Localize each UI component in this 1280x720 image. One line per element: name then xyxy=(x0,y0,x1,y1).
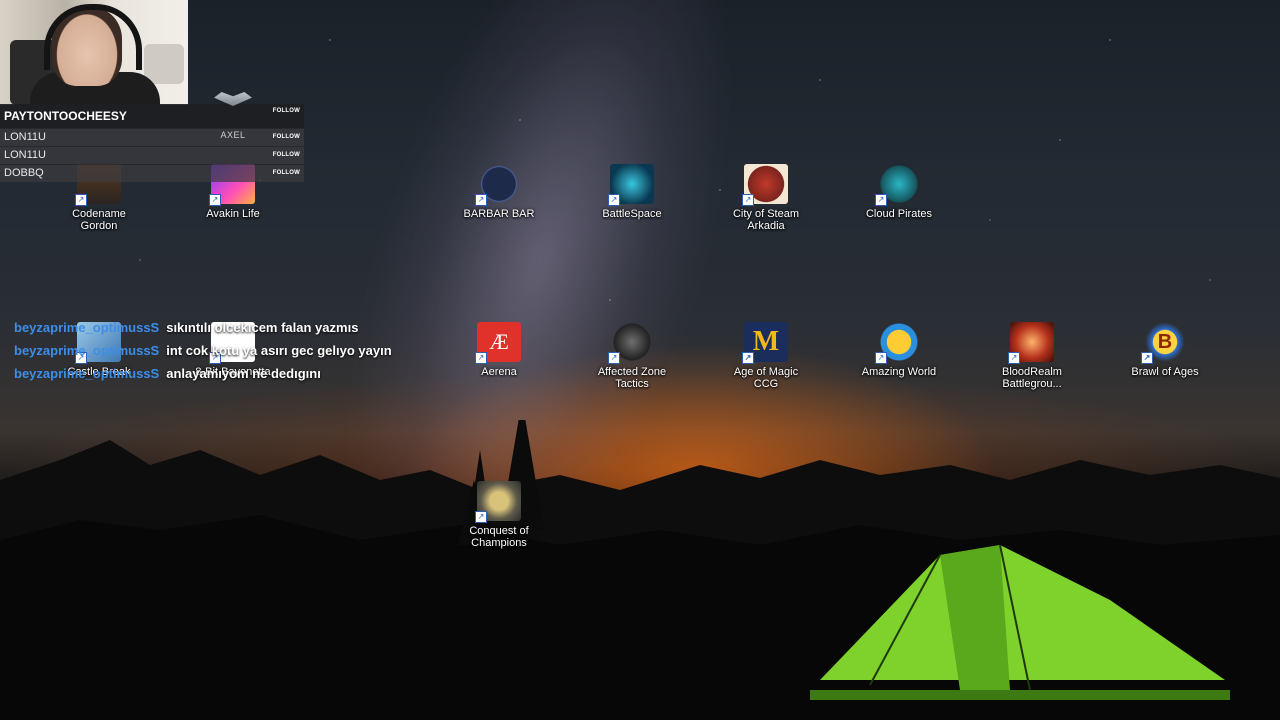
follower-list-header: PAYTONTOOCHEESY FOLLOW xyxy=(0,104,304,128)
follower-row: DOBBQ FOLLOW xyxy=(0,164,304,182)
cloud-pirates-icon: ↗ xyxy=(875,164,921,206)
desktop-icon-barbar-bar[interactable]: ↗ BARBAR BAR xyxy=(454,164,544,220)
conquest-icon: ↗ xyxy=(475,481,521,523)
desktop-icon-city-of-steam[interactable]: ↗ City of Steam Arkadia xyxy=(721,164,811,232)
shortcut-arrow-icon: ↗ xyxy=(1008,352,1020,364)
shortcut-arrow-icon: ↗ xyxy=(608,352,620,364)
chat-text: sıkıntılı olcekıcem falan yazmıs xyxy=(166,320,359,335)
battlespace-icon: ↗ xyxy=(608,164,654,206)
shortcut-arrow-icon: ↗ xyxy=(475,352,487,364)
follower-name: PAYTONTOOCHEESY xyxy=(4,109,127,123)
barbar-bar-icon: ↗ xyxy=(475,164,521,206)
amazing-world-icon: ↗ xyxy=(875,322,921,364)
desktop-icon-aerena[interactable]: Æ ↗ Aerena xyxy=(454,322,544,378)
affected-zone-icon: ↗ xyxy=(608,322,654,364)
desktop-icon-bloodrealm[interactable]: ↗ BloodRealm Battlegrou... xyxy=(987,322,1077,390)
follower-name: LON11U xyxy=(4,149,46,161)
follow-label: FOLLOW xyxy=(272,170,300,176)
webcam-overlay xyxy=(0,0,188,105)
chat-message: beyzaprime_optimussS sıkıntılı olcekıcem … xyxy=(14,318,434,341)
shortcut-arrow-icon: ↗ xyxy=(608,194,620,206)
shortcut-arrow-icon: ↗ xyxy=(875,194,887,206)
desktop-icon-label: Conquest of Champions xyxy=(469,525,529,549)
desktop-icon-conquest-of-champions[interactable]: ↗ Conquest of Champions xyxy=(454,481,544,549)
follower-name: DOBBQ xyxy=(4,167,44,179)
desktop-icon-label: Codename Gordon xyxy=(72,208,126,232)
bloodrealm-icon: ↗ xyxy=(1008,322,1054,364)
tent-illustration xyxy=(810,544,1230,700)
shortcut-arrow-icon: ↗ xyxy=(742,194,754,206)
chat-username: beyzaprime_optimussS xyxy=(14,320,160,335)
badge-name: AXEL xyxy=(220,130,246,140)
shortcut-arrow-icon: ↗ xyxy=(475,511,487,523)
desktop-icon-label: Cloud Pirates xyxy=(865,208,933,220)
follower-list-overlay: PAYTONTOOCHEESY FOLLOW LON11U FOLLOW LON… xyxy=(0,104,304,182)
desktop-icon-label: Aerena xyxy=(481,366,517,378)
chat-username: beyzaprime_optimussS xyxy=(14,366,160,381)
desktop-icon-label: BARBAR BAR xyxy=(463,208,535,220)
webcam-sofa xyxy=(144,44,184,84)
chat-text: int cok kotu ya asırı gec gelıyo yayın xyxy=(166,343,392,358)
chat-text: anlayamıyom ne dedıgını xyxy=(166,366,321,381)
chat-username: beyzaprime_optimussS xyxy=(14,343,160,358)
desktop-icon-label: Age of Magic CCG xyxy=(733,366,799,390)
chat-message: beyzaprime_optimussS int cok kotu ya asır… xyxy=(14,341,434,364)
desktop-icon-amazing-world[interactable]: ↗ Amazing World xyxy=(854,322,944,378)
desktop-icon-label: BloodRealm Battlegrou... xyxy=(1002,366,1062,390)
shortcut-arrow-icon: ↗ xyxy=(742,352,754,364)
desktop-icon-label: Affected Zone Tactics xyxy=(597,366,667,390)
desktop-icon-label: City of Steam Arkadia xyxy=(732,208,800,232)
desktop-icon-label: BattleSpace xyxy=(602,208,662,220)
follower-row: LON11U FOLLOW xyxy=(0,128,304,146)
brawl-of-ages-icon: B ↗ xyxy=(1141,322,1187,364)
follow-label: FOLLOW xyxy=(272,108,300,114)
desktop-icon-label: Avakin Life xyxy=(206,208,260,220)
star-field xyxy=(0,0,1280,460)
desktop-icon-brawl-of-ages[interactable]: B ↗ Brawl of Ages xyxy=(1120,322,1210,378)
age-of-magic-icon: M ↗ xyxy=(742,322,788,364)
desktop-icon-label: Amazing World xyxy=(861,366,937,378)
aerena-icon: Æ ↗ xyxy=(475,322,521,364)
shortcut-arrow-icon: ↗ xyxy=(475,194,487,206)
rank-badge: AXEL xyxy=(212,92,254,140)
desktop-icon-battlespace[interactable]: ↗ BattleSpace xyxy=(587,164,677,220)
follower-name: LON11U xyxy=(4,131,46,143)
desktop-icon-age-of-magic[interactable]: M ↗ Age of Magic CCG xyxy=(721,322,811,390)
follow-label: FOLLOW xyxy=(272,134,300,140)
follower-row: LON11U FOLLOW xyxy=(0,146,304,164)
headphones-icon xyxy=(44,4,142,70)
follow-label: FOLLOW xyxy=(272,152,300,158)
desktop-icon-cloud-pirates[interactable]: ↗ Cloud Pirates xyxy=(854,164,944,220)
shortcut-arrow-icon: ↗ xyxy=(75,194,87,206)
shortcut-arrow-icon: ↗ xyxy=(875,352,887,364)
desktop-icon-label: Brawl of Ages xyxy=(1131,366,1199,378)
rank-emblem-icon xyxy=(214,92,252,106)
shortcut-arrow-icon: ↗ xyxy=(209,194,221,206)
desktop-icon-affected-zone-tactics[interactable]: ↗ Affected Zone Tactics xyxy=(587,322,677,390)
shortcut-arrow-icon: ↗ xyxy=(1141,352,1153,364)
chat-message: beyzaprime_optimussS anlayamıyom ne dedıg… xyxy=(14,364,434,387)
city-of-steam-icon: ↗ xyxy=(742,164,788,206)
chat-overlay: beyzaprime_optimussS sıkıntılı olcekıcem … xyxy=(14,318,434,387)
